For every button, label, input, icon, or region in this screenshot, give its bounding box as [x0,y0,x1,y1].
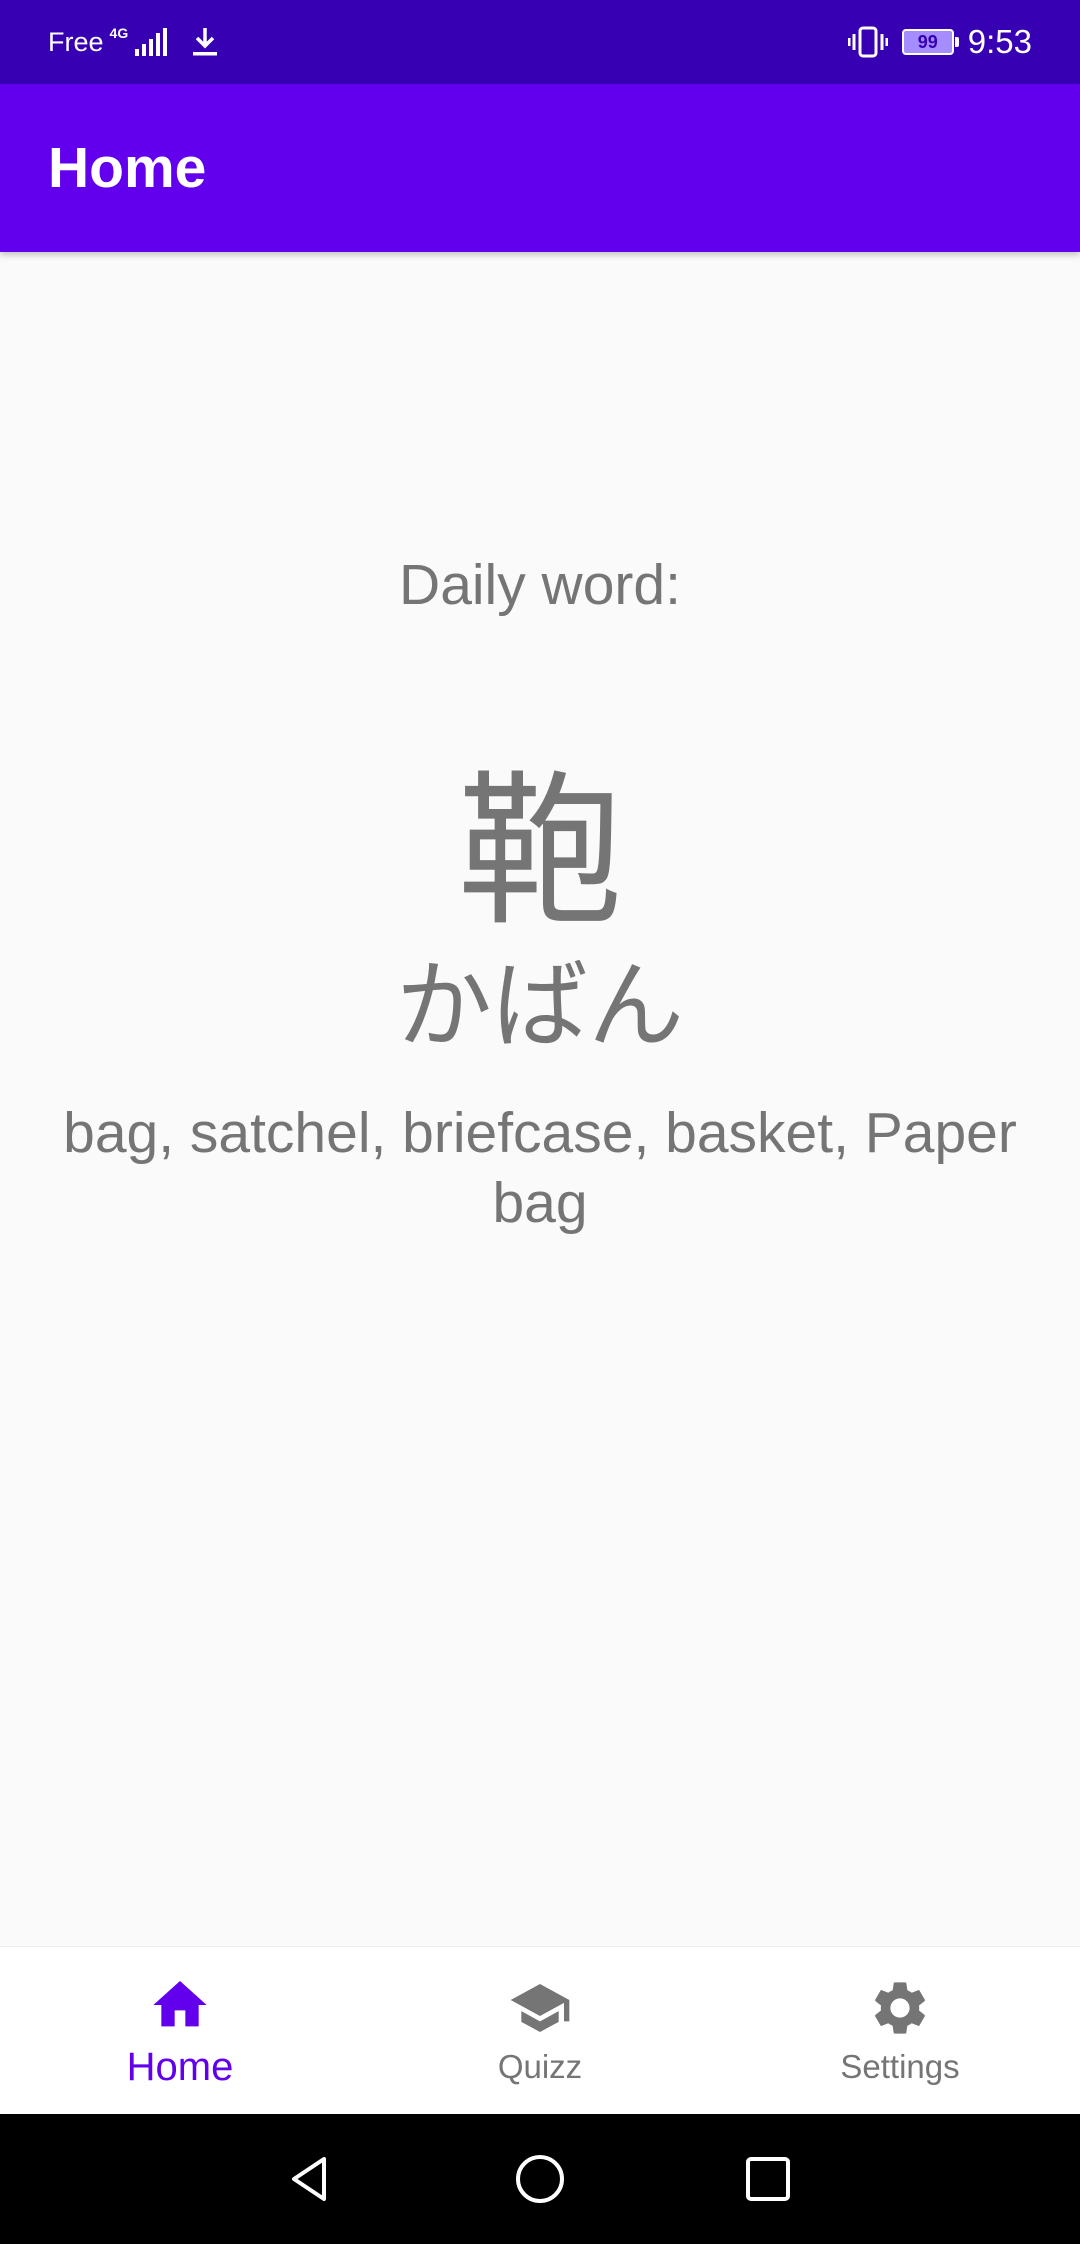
daily-word-card: Daily word: 鞄 かばん bag, satchel, briefcas… [0,252,1080,1946]
battery-icon: 99 [901,29,959,55]
nav-label-settings: Settings [840,2048,960,2085]
kanji-word: 鞄 [457,756,623,948]
recents-square-icon [746,2157,790,2201]
status-bar: Free 4G 99 9:53 [0,0,1080,84]
home-icon [153,1980,207,2026]
clock: 9:53 [967,23,1032,60]
home-circle-icon [516,2155,564,2203]
back-triangle-icon [292,2157,326,2201]
home-system-button[interactable] [480,2114,600,2244]
battery-level: 99 [917,31,938,52]
status-left: Free 4G [48,0,220,84]
recents-button[interactable] [708,2114,828,2244]
graduation-cap-icon [510,1984,570,2032]
kana-reading: かばん [396,953,684,1060]
bottom-navigation: Home Quizz Settings [0,1946,1080,2115]
network-type: 4G [109,25,129,41]
daily-word-label: Daily word: [399,553,681,617]
gear-icon [875,1982,925,2034]
app-bar: Home [0,84,1080,252]
vibrate-icon [847,26,888,58]
nav-label-home: Home [126,2044,234,2089]
back-button[interactable] [250,2114,370,2244]
word-meaning: bag, satchel, briefcase, basket, Paper b… [63,1101,1017,1235]
page-title: Home [48,136,207,200]
signal-icon [135,28,168,56]
nav-item-settings[interactable]: Settings [720,1947,1080,2115]
carrier-name: Free [48,26,104,57]
system-navigation-bar [0,2114,1080,2244]
download-icon [193,28,218,56]
nav-item-home[interactable]: Home [0,1947,360,2115]
nav-item-quizz[interactable]: Quizz [360,1947,720,2115]
status-right: 99 9:53 [847,0,1032,84]
nav-label-quizz: Quizz [497,2048,583,2085]
